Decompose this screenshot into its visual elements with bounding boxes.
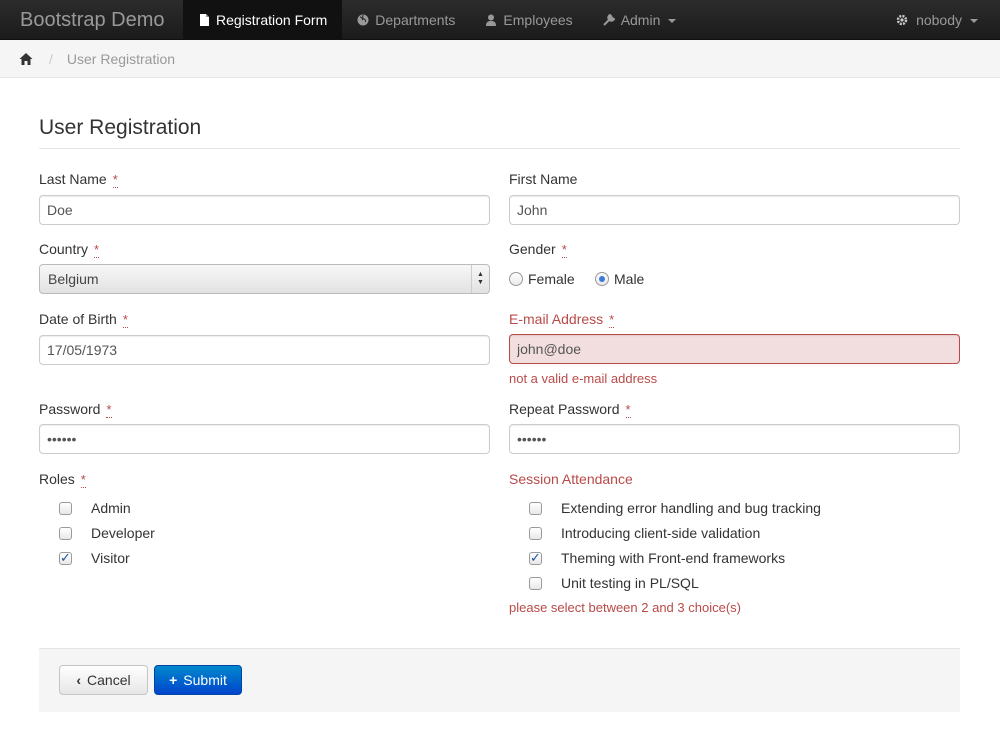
first-name-input[interactable] <box>509 195 960 225</box>
chevron-down-icon <box>668 19 677 23</box>
radio-button[interactable] <box>595 272 609 286</box>
page-title: User Registration <box>39 116 202 139</box>
radio-label: Female <box>528 271 575 287</box>
checkbox-label: Visitor <box>91 550 130 566</box>
country-select-value: Belgium <box>48 271 99 287</box>
last-name-label: Last Name * <box>39 171 118 188</box>
submit-button-label: Submit <box>183 672 227 688</box>
breadcrumb: / User Registration <box>0 40 1000 78</box>
user-name: nobody <box>916 12 962 28</box>
role-checkbox-admin[interactable]: Admin <box>59 500 131 516</box>
breadcrumb-current: User Registration <box>66 50 176 67</box>
title-divider <box>39 148 960 149</box>
password-label: Password * <box>39 401 112 418</box>
submit-button[interactable]: + Submit <box>154 665 242 695</box>
dob-label: Date of Birth * <box>39 311 128 328</box>
nav-item-registration-form[interactable]: Registration Form <box>183 0 343 40</box>
required-marker: * <box>122 312 128 328</box>
gender-radio-female[interactable]: Female <box>509 271 575 287</box>
country-label: Country * <box>39 241 100 258</box>
required-marker: * <box>625 402 631 418</box>
wrench-icon <box>602 14 615 26</box>
nav-item-label: Employees <box>503 12 573 28</box>
required-marker: * <box>561 242 567 258</box>
checkbox[interactable] <box>529 550 542 566</box>
user-menu[interactable]: nobody <box>896 0 978 40</box>
email-input[interactable] <box>509 334 960 364</box>
required-marker: * <box>106 402 112 418</box>
nav-item-label: Admin <box>620 12 661 28</box>
repeat-password-input[interactable] <box>509 424 960 454</box>
last-name-input[interactable] <box>39 195 490 225</box>
checkbox-label: Admin <box>91 500 131 516</box>
chevron-left-icon: ‹ <box>76 672 82 688</box>
nav-item-departments[interactable]: Departments <box>342 0 470 40</box>
role-checkbox-visitor[interactable]: Visitor <box>59 550 130 566</box>
required-marker: * <box>609 312 615 328</box>
plus-icon: + <box>169 672 178 688</box>
home-icon[interactable] <box>19 52 33 66</box>
cancel-button[interactable]: ‹ Cancel <box>59 665 148 695</box>
checkbox[interactable] <box>529 527 542 540</box>
radio-button[interactable] <box>509 272 523 286</box>
role-checkbox-developer[interactable]: Developer <box>59 525 155 541</box>
checkbox[interactable] <box>59 527 72 540</box>
required-marker: * <box>80 472 86 488</box>
globe-icon <box>357 14 369 26</box>
session-checkbox-error-handling[interactable]: Extending error handling and bug trackin… <box>529 500 821 516</box>
checkbox-label: Theming with Front-end frameworks <box>561 550 786 566</box>
nav-item-label: Departments <box>375 12 456 28</box>
gender-radio-male[interactable]: Male <box>595 271 644 287</box>
nav-item-admin[interactable]: Admin <box>588 0 692 40</box>
sessions-label: Session Attendance <box>509 471 633 487</box>
session-checkbox-theming[interactable]: Theming with Front-end frameworks <box>529 550 785 566</box>
chevron-down-icon <box>970 19 978 23</box>
radio-label: Male <box>614 271 645 287</box>
checkbox[interactable] <box>59 502 72 515</box>
dob-input[interactable] <box>39 335 490 365</box>
roles-label: Roles * <box>39 471 86 488</box>
session-checkbox-unit-testing[interactable]: Unit testing in PL/SQL <box>529 575 699 591</box>
checkbox[interactable] <box>529 577 542 590</box>
nav-item-employees[interactable]: Employees <box>470 0 587 40</box>
checkbox-label: Extending error handling and bug trackin… <box>561 500 821 516</box>
repeat-password-label: Repeat Password * <box>509 401 631 418</box>
user-icon <box>486 14 497 26</box>
checkbox[interactable] <box>59 550 72 566</box>
checkbox-label: Introducing client-side validation <box>561 525 761 541</box>
form-actions: ‹ Cancel + Submit <box>39 648 960 712</box>
required-marker: * <box>94 242 100 258</box>
password-input[interactable] <box>39 424 490 454</box>
select-arrows-icon: ▲ ▼ <box>471 265 489 293</box>
required-marker: * <box>112 172 118 188</box>
session-checkbox-client-validation[interactable]: Introducing client-side validation <box>529 525 760 541</box>
cancel-button-label: Cancel <box>87 672 131 688</box>
sessions-error-message: please select between 2 and 3 choice(s) <box>509 600 741 615</box>
gear-icon <box>896 14 908 26</box>
top-navbar: Bootstrap Demo Registration Form Departm… <box>0 0 1000 40</box>
first-name-label: First Name <box>509 171 578 187</box>
checkbox-label: Unit testing in PL/SQL <box>561 575 699 591</box>
checkbox-label: Developer <box>91 525 155 541</box>
email-label: E-mail Address * <box>509 311 615 328</box>
file-icon <box>200 14 209 26</box>
gender-label: Gender * <box>509 241 567 258</box>
breadcrumb-divider: / <box>49 50 53 67</box>
brand-logo[interactable]: Bootstrap Demo <box>20 0 165 40</box>
email-error-message: not a valid e-mail address <box>509 371 658 386</box>
country-select[interactable]: Belgium ▲ ▼ <box>39 264 490 294</box>
nav-item-label: Registration Form <box>216 12 328 28</box>
main-nav: Registration Form Departments Employees … <box>183 0 691 40</box>
checkbox[interactable] <box>529 502 542 515</box>
